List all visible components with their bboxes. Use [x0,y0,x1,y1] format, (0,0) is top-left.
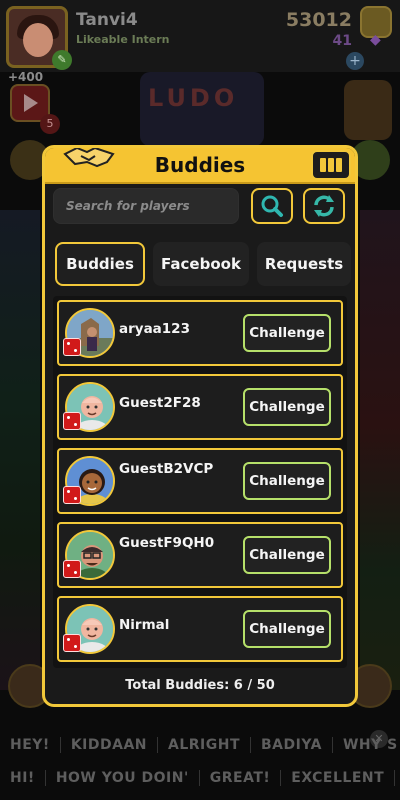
quick-chat-item[interactable]: BADIYA [251,737,333,753]
challenge-button[interactable]: Challenge [243,314,331,352]
challenge-button[interactable]: Challenge [243,462,331,500]
buddy-name: Guest2F28 [119,395,201,411]
coin-balance: 53012 [285,9,352,31]
play-icon [24,94,38,112]
game-logo-text: LUDO [148,84,239,112]
modal-header: Buddies [45,148,355,184]
bar-icon [320,158,326,172]
quick-chat-item[interactable]: GREAT! [200,770,282,786]
quick-chat-item[interactable]: WHY S [333,737,400,753]
dice-icon [63,486,81,504]
tab-facebook[interactable]: Facebook [153,242,249,286]
gem-icon: ◆ [370,32,381,48]
list-item: GuestF9QH0 Challenge [57,522,343,588]
gem-balance: 41 [332,33,352,49]
search-input[interactable] [54,189,238,223]
list-item: Guest2F28 Challenge [57,374,343,440]
add-currency-icon[interactable]: + [346,52,364,70]
quick-chat-item[interactable]: KIDDAAN [61,737,158,753]
search-field[interactable] [53,188,239,224]
quick-chat-item[interactable]: EXCELLENT [281,770,396,786]
player-name: Tanvi4 [76,10,138,30]
list-item: Nirmal Challenge [57,596,343,662]
list-item: aryaa123 Challenge [57,300,343,366]
search-button[interactable] [251,188,293,224]
buddy-name: GuestB2VCP [119,461,214,477]
dice-icon [63,634,81,652]
total-buddies-count: Total Buddies: 6 / 50 [125,678,275,693]
player-title: Likeable Intern [76,33,170,46]
edit-icon[interactable]: ✎ [52,50,72,70]
leaderboard-button[interactable] [311,150,351,180]
bar-icon [328,158,334,172]
quick-chat-item[interactable]: HOW YOU DOIN' [46,770,200,786]
quick-chat-item[interactable]: HEY! [0,737,61,753]
refresh-button[interactable] [303,188,345,224]
dice-shop-icon[interactable] [344,80,392,140]
quick-chat-row: HI! HOW YOU DOIN' GREAT! EXCELLENT [0,763,400,793]
buddy-name: GuestF9QH0 [119,535,215,551]
quick-chat-item[interactable]: ALRIGHT [158,737,252,753]
modal-title: Buddies [154,153,246,177]
refresh-icon [314,195,334,217]
bonus-amount: +400 [8,70,44,84]
tab-bar: Buddies Facebook Requests [53,242,351,286]
search-icon [261,195,283,217]
challenge-button[interactable]: Challenge [243,388,331,426]
avatar-face [23,23,53,57]
dice-icon [63,412,81,430]
board-edge-right [360,210,400,690]
tab-requests[interactable]: Requests [257,242,351,286]
challenge-button[interactable]: Challenge [243,536,331,574]
dice-icon [63,338,81,356]
board-edge-left [0,210,40,690]
quick-chat-item[interactable]: HI! [0,770,46,786]
video-count-badge: 5 [40,114,60,134]
challenge-button[interactable]: Challenge [243,610,331,648]
buddy-name: aryaa123 [119,321,190,337]
tab-buddies[interactable]: Buddies [55,242,145,286]
quick-chat-row: HEY! KIDDAAN ALRIGHT BADIYA WHY S [0,730,400,760]
bar-icon [336,158,342,172]
list-item: GuestB2VCP Challenge [57,448,343,514]
buddies-modal: Buddies Buddies Facebook Requests [42,145,358,707]
dice-icon [63,560,81,578]
buddy-name: Nirmal [119,617,170,633]
buddy-list[interactable]: aryaa123 Challenge Guest2F28 Challenge G… [53,296,347,668]
